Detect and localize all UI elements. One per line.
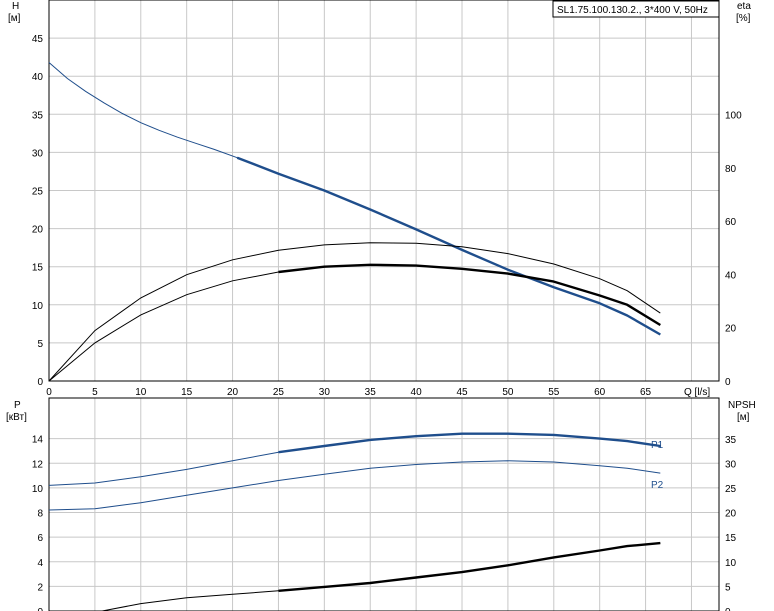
head-axis-label: H xyxy=(12,1,19,12)
perf-left-tick-label: 40 xyxy=(32,72,44,83)
perf-right-tick-label: 80 xyxy=(725,164,737,175)
npsh-axis-label: NPSH xyxy=(728,400,756,411)
performance-grid xyxy=(49,0,719,381)
flow-tick-label: 40 xyxy=(411,387,423,398)
p2-series-label: P2 xyxy=(651,480,664,491)
perf-left-tick-label: 20 xyxy=(32,225,44,236)
perf-left-tick-label: 10 xyxy=(32,301,44,312)
flow-tick-label: 55 xyxy=(548,387,560,398)
power-right-tick-label: 25 xyxy=(725,484,737,495)
power-right-tick-label: 0 xyxy=(725,607,731,611)
power-frame xyxy=(48,397,720,611)
perf-left-tick-label: 25 xyxy=(32,187,44,198)
perf-right-tick-label: 20 xyxy=(725,324,737,335)
power-left-tick-label: 6 xyxy=(37,533,43,544)
perf-left-tick-label: 5 xyxy=(37,339,43,350)
power-right-tick-label: 15 xyxy=(725,533,737,544)
power-left-tick-label: 2 xyxy=(37,582,43,593)
perf-series-2-operating-range xyxy=(278,263,661,327)
npsh-axis-ticks: 0 5 10 15 20 25 30 35 xyxy=(725,435,737,611)
power-right-tick-label: 20 xyxy=(725,509,737,520)
efficiency-axis-unit: [%] xyxy=(736,13,751,24)
performance-panel: 0 5 10 15 20 25 30 35 40 45 50 55 60 65 0 5 10 15 20 25 30 3… xyxy=(8,0,751,398)
flow-tick-label: 15 xyxy=(181,387,193,398)
perf-right-tick-label: 0 xyxy=(725,377,731,388)
perf-left-tick-label: 0 xyxy=(37,377,43,388)
power-left-tick-label: 14 xyxy=(32,435,44,446)
perf-right-tick-label: 40 xyxy=(725,270,737,281)
flow-tick-label: 60 xyxy=(594,387,606,398)
npsh-axis-unit: [м] xyxy=(737,412,750,423)
power-series-2-operating-range xyxy=(278,541,661,592)
flow-tick-label: 0 xyxy=(46,387,52,398)
pump-performance-chart: 0 5 10 15 20 25 30 35 40 45 50 55 60 65 0510152025303… xyxy=(6,0,756,611)
flow-axis-ticks: 0 5 10 15 20 25 30 35 40 45 50 55 60 65 xyxy=(46,387,651,398)
flow-tick-label: 35 xyxy=(365,387,377,398)
power-series-0-operating-range xyxy=(278,432,661,454)
perf-left-tick-label: 35 xyxy=(32,110,44,121)
power-left-tick-label: 0 xyxy=(37,607,43,611)
power-right-tick-label: 30 xyxy=(725,459,737,470)
perf-right-tick-label: 60 xyxy=(725,217,737,228)
perf-left-tick-label: 15 xyxy=(32,263,44,274)
flow-tick-label: 50 xyxy=(502,387,514,398)
power-axis-label: P xyxy=(14,400,21,411)
power-right-tick-label: 5 xyxy=(725,582,731,593)
flow-tick-label: 20 xyxy=(227,387,239,398)
perf-left-tick-label: 45 xyxy=(32,34,44,45)
flow-tick-label: 45 xyxy=(456,387,468,398)
power-npsh-panel: 02468101214 05101520253035 P [кВт] NPSH … xyxy=(6,397,756,611)
head-axis-unit: [м] xyxy=(8,13,21,24)
flow-tick-label: 25 xyxy=(273,387,285,398)
power-axis-unit: [кВт] xyxy=(6,412,27,423)
pump-title: SL1.75.100.130.2., 3*400 V, 50Hz xyxy=(557,5,708,16)
flow-tick-label: 65 xyxy=(640,387,652,398)
head-axis-ticks: 0 5 10 15 20 25 30 35 40 45 xyxy=(32,34,44,388)
perf-right-tick-label: 100 xyxy=(725,111,742,122)
flow-tick-label: 30 xyxy=(319,387,331,398)
p1-series-label: P1 xyxy=(651,440,664,451)
efficiency-axis-label: eta xyxy=(737,1,751,12)
power-left-tick-label: 8 xyxy=(37,509,43,520)
power-right-tick-label: 10 xyxy=(725,558,737,569)
power-axis-ticks: 0 2 4 6 8 10 12 14 xyxy=(32,435,44,611)
power-left-tick-label: 4 xyxy=(37,558,43,569)
power-grid xyxy=(49,398,719,611)
efficiency-axis-ticks: 0 20 40 60 80 100 xyxy=(725,111,742,388)
flow-tick-label: 5 xyxy=(92,387,98,398)
flow-axis-label: Q [l/s] xyxy=(684,387,710,398)
power-right-tick-label: 35 xyxy=(725,435,737,446)
power-left-tick-label: 10 xyxy=(32,484,44,495)
flow-tick-label: 10 xyxy=(135,387,147,398)
perf-left-tick-label: 30 xyxy=(32,148,44,159)
power-left-tick-label: 12 xyxy=(32,459,44,470)
